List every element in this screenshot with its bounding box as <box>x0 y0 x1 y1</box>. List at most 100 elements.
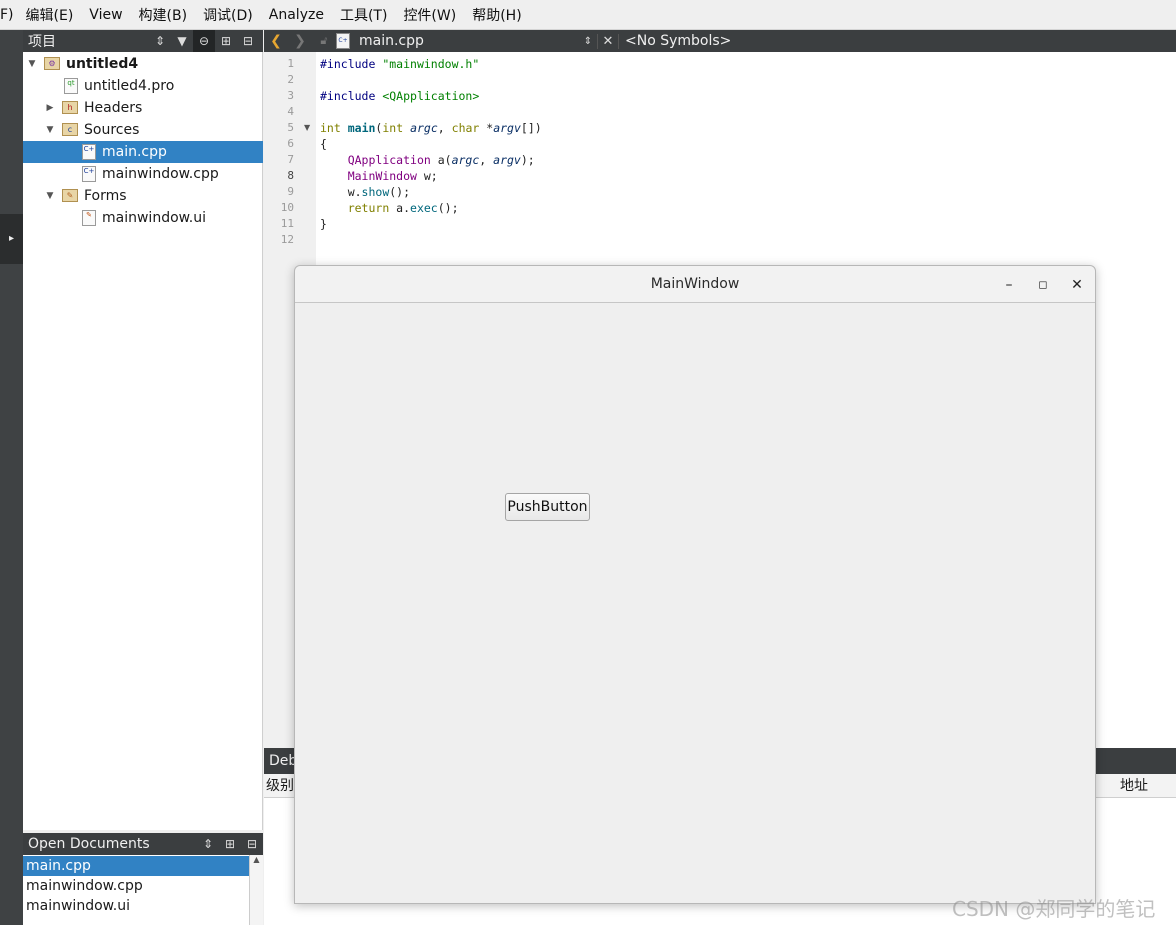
tree-item-mainwindow-cpp[interactable]: C+ mainwindow.cpp <box>23 163 263 185</box>
push-button[interactable]: PushButton <box>505 493 590 521</box>
forms-folder-icon: ✎ <box>62 189 78 202</box>
open-documents-list: main.cpp mainwindow.cpp mainwindow.ui ▲ <box>23 855 263 925</box>
tree-item-label: untitled4.pro <box>84 78 175 94</box>
line-number-current: 8 <box>287 169 294 182</box>
tree-item-label: main.cpp <box>102 144 167 160</box>
forward-arrow-icon[interactable]: ❯ <box>288 33 312 49</box>
column-header-address[interactable]: 地址 <box>1120 774 1148 798</box>
tree-item-pro-file[interactable]: qt untitled4.pro <box>23 75 263 97</box>
editor-toolbar: ❮ ❯ 🔓︎ C+ main.cpp ⇕ ✕ <No Symbols> <box>264 30 1176 52</box>
updown-icon[interactable]: ⇕ <box>579 36 597 47</box>
line-number: 2 <box>287 73 294 86</box>
menu-analyze[interactable]: Analyze <box>269 7 324 23</box>
app-window: MainWindow – ◻ ✕ PushButton <box>294 265 1096 904</box>
tree-item-project[interactable]: ▼ ⚙ untitled4 <box>23 53 263 75</box>
split-icon[interactable]: ⊞ <box>219 837 241 851</box>
menu-bar: F) 编辑(E) View 构建(B) 调试(D) Analyze 工具(T) … <box>0 0 1176 30</box>
menu-file[interactable]: F) <box>0 7 14 23</box>
tree-item-sources[interactable]: ▼ c Sources <box>23 119 263 141</box>
symbols-selector[interactable]: <No Symbols> <box>619 33 731 49</box>
code-line[interactable]: MainWindow w; <box>320 168 438 184</box>
tree-item-label: Headers <box>84 100 143 116</box>
filter-icon[interactable]: ▼ <box>171 34 193 48</box>
code-line[interactable]: QApplication a(argc, argv); <box>320 152 535 168</box>
mode-collapse-handle[interactable]: ▸ <box>0 214 23 264</box>
code-line[interactable]: } <box>320 216 327 232</box>
line-number: 1 <box>287 57 294 70</box>
open-documents-header: Open Documents ⇕ ⊞ ⊟ <box>23 833 263 855</box>
menu-tools[interactable]: 工具(T) <box>340 5 387 25</box>
menu-help[interactable]: 帮助(H) <box>472 5 521 25</box>
updown-icon[interactable]: ⇕ <box>149 34 171 48</box>
line-number: 5 <box>287 121 294 134</box>
code-line[interactable]: #include "mainwindow.h" <box>320 56 479 72</box>
line-number: 10 <box>280 201 294 214</box>
updown-icon[interactable]: ⇕ <box>197 837 219 851</box>
mode-sidebar: ▸ <box>0 30 23 925</box>
close-panel-icon[interactable]: ⊟ <box>237 34 259 48</box>
open-documents-title[interactable]: Open Documents <box>23 836 197 852</box>
tree-item-label: untitled4 <box>66 56 139 72</box>
expanded-arrow-icon[interactable]: ▼ <box>45 191 55 201</box>
menu-edit[interactable]: 编辑(E) <box>26 5 74 25</box>
tree-item-main-cpp[interactable]: C+ main.cpp <box>23 141 263 163</box>
tree-item-label: Forms <box>84 188 127 204</box>
line-number: 7 <box>287 153 294 166</box>
open-document-item[interactable]: mainwindow.cpp <box>23 876 249 896</box>
expanded-arrow-icon[interactable]: ▼ <box>27 59 37 69</box>
collapsed-arrow-icon[interactable]: ▶ <box>45 103 55 113</box>
tree-item-label: mainwindow.cpp <box>102 166 219 182</box>
code-line[interactable]: int main(int argc, char *argv[]) <box>320 120 542 136</box>
menu-debug[interactable]: 调试(D) <box>203 5 253 25</box>
headers-folder-icon: h <box>62 101 78 114</box>
line-number: 12 <box>280 233 294 246</box>
code-line[interactable]: { <box>320 136 327 152</box>
tree-item-label: Sources <box>84 122 140 138</box>
link-icon[interactable]: ⊖ <box>193 30 215 52</box>
column-header-level[interactable]: 级别 <box>266 774 294 798</box>
close-document-icon[interactable]: ✕ <box>597 33 619 49</box>
menu-view[interactable]: View <box>89 7 122 23</box>
project-icon: ⚙ <box>44 57 60 70</box>
minimize-icon[interactable]: – <box>999 275 1019 295</box>
open-document-item[interactable]: mainwindow.ui <box>23 896 249 916</box>
menu-widgets[interactable]: 控件(W) <box>403 5 456 25</box>
project-tree: ▼ ⚙ untitled4 qt untitled4.pro ▶ h Heade… <box>23 52 263 830</box>
lock-icon[interactable]: 🔓︎ <box>312 34 336 48</box>
project-panel-header: 项目 ⇕ ▼ ⊖ ⊞ ⊟ <box>23 30 263 52</box>
code-line[interactable]: #include <QApplication> <box>320 88 479 104</box>
menu-build[interactable]: 构建(B) <box>139 5 188 25</box>
code-line[interactable]: w.show(); <box>320 184 410 200</box>
tree-item-forms[interactable]: ▼ ✎ Forms <box>23 185 263 207</box>
open-documents-scrollbar[interactable]: ▲ <box>249 855 263 925</box>
line-number: 11 <box>280 217 294 230</box>
open-document-item[interactable]: main.cpp <box>23 856 249 876</box>
split-icon[interactable]: ⊞ <box>215 34 237 48</box>
project-panel-title[interactable]: 项目 <box>23 31 149 51</box>
app-window-title: MainWindow <box>650 276 740 292</box>
close-panel-icon[interactable]: ⊟ <box>241 837 263 851</box>
tree-item-mainwindow-ui[interactable]: ✎ mainwindow.ui <box>23 207 263 229</box>
code-line[interactable]: return a.exec(); <box>320 200 459 216</box>
watermark: CSDN @郑同学的笔记 <box>952 897 1156 921</box>
tree-item-headers[interactable]: ▶ h Headers <box>23 97 263 119</box>
line-number: 9 <box>287 185 294 198</box>
line-number: 4 <box>287 105 294 118</box>
editor-file-selector[interactable]: main.cpp <box>359 33 579 49</box>
chevron-right-icon: ▸ <box>8 233 15 244</box>
cpp-file-icon: C+ <box>82 166 96 182</box>
expanded-arrow-icon[interactable]: ▼ <box>45 125 55 135</box>
back-arrow-icon[interactable]: ❮ <box>264 33 288 49</box>
cpp-file-icon: C+ <box>82 144 96 160</box>
scroll-up-icon[interactable]: ▲ <box>250 855 263 864</box>
close-icon[interactable]: ✕ <box>1067 275 1087 295</box>
pro-file-icon: qt <box>64 78 78 94</box>
cpp-file-icon: C+ <box>336 33 350 49</box>
app-window-titlebar[interactable]: MainWindow – ◻ ✕ <box>295 266 1095 303</box>
tree-item-label: mainwindow.ui <box>102 210 207 226</box>
line-number: 3 <box>287 89 294 102</box>
line-number: 6 <box>287 137 294 150</box>
maximize-icon[interactable]: ◻ <box>1033 275 1053 295</box>
fold-arrow-icon[interactable]: ▼ <box>304 123 310 132</box>
ui-file-icon: ✎ <box>82 210 96 226</box>
